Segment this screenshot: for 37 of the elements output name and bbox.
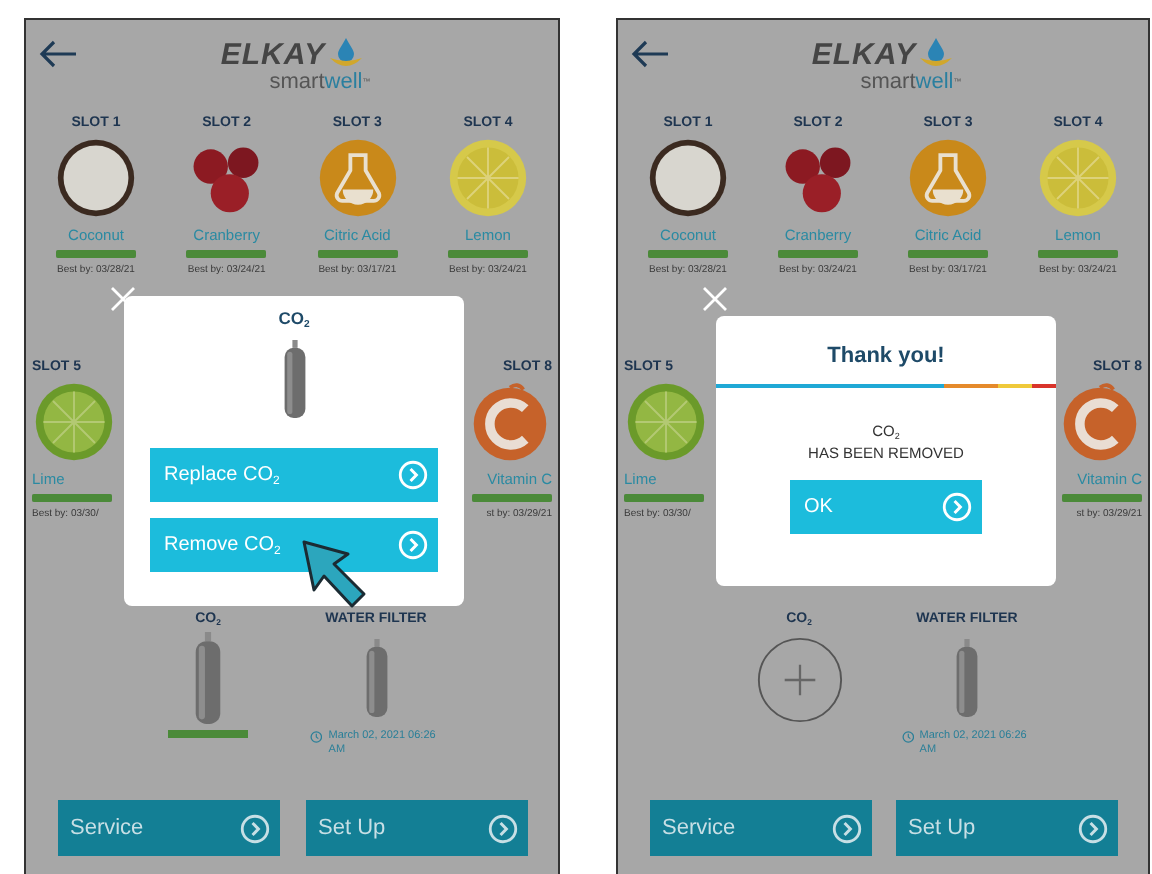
lime-picture <box>624 380 708 464</box>
menu-button[interactable]: Service <box>58 800 280 856</box>
back-arrow-icon[interactable] <box>630 40 670 68</box>
menu-button[interactable]: Service <box>650 800 872 856</box>
chevron-circle-icon <box>398 530 428 560</box>
chevron-circle-icon <box>942 492 972 522</box>
menu-button[interactable]: Set Up <box>306 800 528 856</box>
dialog-title: CO$_{2}$ <box>278 308 310 328</box>
chevron-circle-icon <box>488 813 518 843</box>
lemon-picture <box>1036 136 1120 220</box>
clock-icon <box>310 730 323 744</box>
dialog-button[interactable]: Remove CO$_{2}$ <box>150 518 438 572</box>
droplet-logo-icon <box>327 38 364 70</box>
dialog-button[interactable]: OK <box>790 480 982 534</box>
chevron-circle-icon <box>240 813 270 843</box>
chevron-circle-icon <box>398 460 428 490</box>
gas-cylinder-icon <box>281 334 307 424</box>
lime-picture <box>32 380 116 464</box>
logo-brand: ELKAY <box>220 40 326 70</box>
back-arrow-icon[interactable] <box>38 40 78 68</box>
menu-button[interactable]: Set Up <box>896 800 1118 856</box>
lemon-picture <box>445 136 530 220</box>
dialog-button[interactable]: Replace CO$_{2}$ <box>150 448 438 502</box>
clock-icon <box>901 730 914 744</box>
vitamin-c-picture <box>468 380 552 464</box>
coconut-picture <box>54 136 138 220</box>
dialog-title: Thank you! <box>827 344 945 368</box>
chevron-circle-icon <box>1078 813 1108 843</box>
vitamin-c-picture <box>1058 380 1142 464</box>
chevron-circle-icon <box>832 813 862 843</box>
citric-acid-picture <box>906 136 990 220</box>
droplet-logo-icon <box>918 38 955 70</box>
citric-acid-picture <box>315 136 400 220</box>
add-cylinder-icon[interactable] <box>755 636 843 724</box>
logo-brand: ELKAY <box>811 40 917 70</box>
close-icon[interactable] <box>702 286 728 312</box>
coconut-picture <box>646 136 730 220</box>
